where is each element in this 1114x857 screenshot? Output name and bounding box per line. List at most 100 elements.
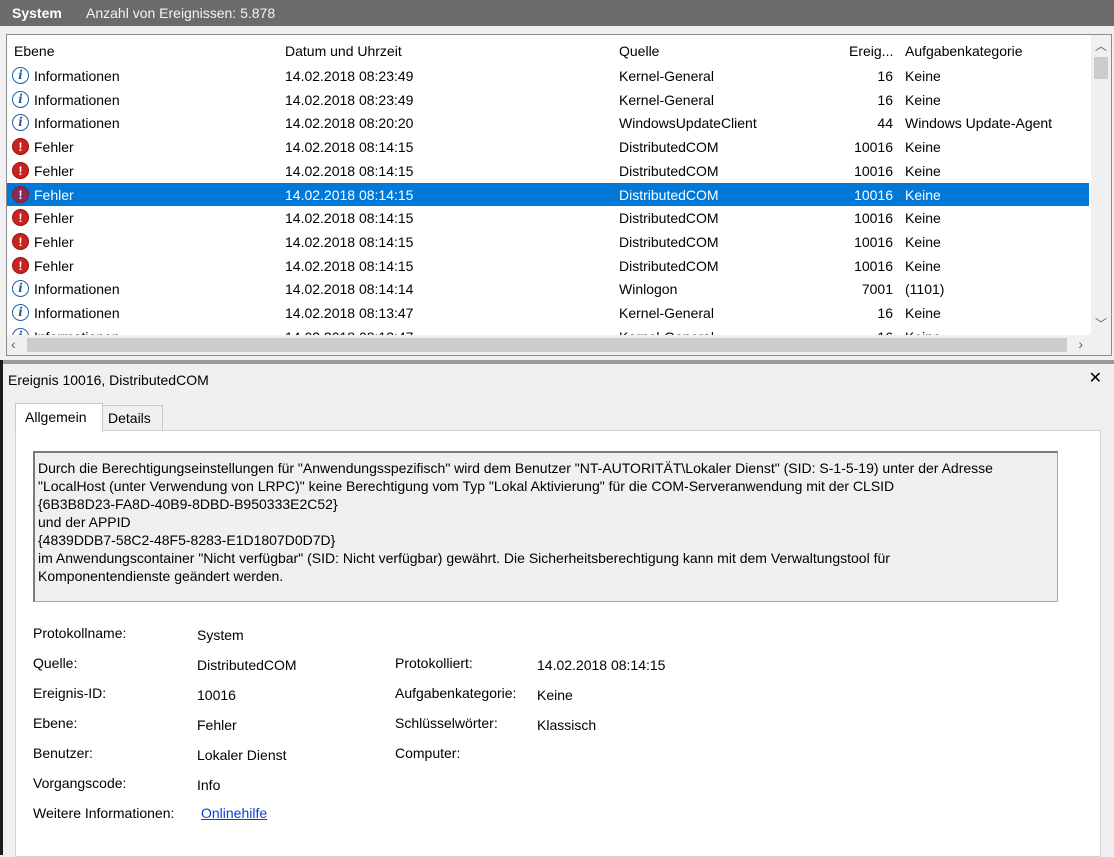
row-category: Keine xyxy=(905,139,941,156)
error-icon: ! xyxy=(12,232,29,250)
tab-general[interactable]: Allgemein xyxy=(15,403,103,432)
row-level: Informationen xyxy=(34,281,120,298)
row-level: Fehler xyxy=(34,257,74,274)
row-datetime: 14.02.2018 08:23:49 xyxy=(285,68,414,84)
row-category: Keine xyxy=(905,91,941,108)
field-label-source: Quelle: xyxy=(33,655,78,671)
log-name: System xyxy=(12,5,62,21)
row-level: Fehler xyxy=(34,210,74,227)
info-icon: i xyxy=(12,304,29,321)
row-level: Informationen xyxy=(34,305,120,321)
error-icon: ! xyxy=(12,209,29,227)
message-line: {6B3B8D23-FA8D-40B9-8DBD-B950333E2C52} xyxy=(38,496,338,512)
field-label-log-name: Protokollname: xyxy=(33,625,127,641)
message-line: Durch die Berechtigungseinstellungen für… xyxy=(38,460,993,476)
row-event-id: 10016 xyxy=(854,257,893,274)
event-list-header: Ebene Datum und Uhrzeit Quelle Ereig... … xyxy=(7,35,1089,65)
row-source: Kernel-General xyxy=(619,91,714,108)
event-row[interactable]: ! Fehler 14.02.2018 08:14:15 DistributedCOM… xyxy=(7,135,1089,158)
field-label-computer: Computer: xyxy=(395,745,461,761)
row-source: DistributedCOM xyxy=(619,257,719,274)
field-label-logged: Protokolliert: xyxy=(395,655,473,671)
tab-general-label: Allgemein xyxy=(25,409,87,425)
row-category: Keine xyxy=(905,162,941,179)
row-level: Informationen xyxy=(34,68,120,84)
field-value-keywords: Klassisch xyxy=(537,717,597,733)
event-list[interactable]: Ebene Datum und Uhrzeit Quelle Ereig... … xyxy=(6,34,1112,356)
field-value-event-id: 10016 xyxy=(197,687,236,703)
event-message-box[interactable]: Durch die Berechtigungseinstellungen für… xyxy=(33,451,1058,602)
scroll-right-arrow-icon[interactable]: › xyxy=(1078,336,1083,352)
row-event-id: 16 xyxy=(877,305,893,321)
row-datetime: 14.02.2018 08:14:15 xyxy=(285,210,414,227)
event-row[interactable]: i Informationen 14.02.2018 08:14:14 Winlogo… xyxy=(7,277,1089,300)
row-datetime: 14.02.2018 08:14:15 xyxy=(285,233,414,250)
message-line: im Anwendungscontainer "Nicht verfügbar"… xyxy=(38,550,890,566)
row-category: Windows Update-Agent xyxy=(905,115,1053,132)
row-event-id: 16 xyxy=(877,68,893,84)
tab-details[interactable]: Details xyxy=(101,405,163,430)
field-value-task-category: Keine xyxy=(537,687,573,703)
pane-splitter[interactable] xyxy=(0,360,1114,364)
row-category: Keine xyxy=(905,305,941,321)
detail-pane-title: Ereignis 10016, DistributedCOM xyxy=(8,372,209,388)
online-help-link[interactable]: Onlinehilfe xyxy=(201,805,267,821)
column-header-datetime[interactable]: Datum und Uhrzeit xyxy=(285,43,402,59)
scroll-left-arrow-icon[interactable]: ‹ xyxy=(11,336,16,352)
row-event-id: 7001 xyxy=(861,281,893,298)
event-row-selected[interactable]: ! Fehler 14.02.2018 08:14:15 DistributedCOM… xyxy=(7,182,1089,206)
column-header-level[interactable]: Ebene xyxy=(14,43,54,59)
row-source: Winlogon xyxy=(619,281,678,298)
vertical-scroll-thumb[interactable] xyxy=(1094,57,1108,79)
scroll-down-arrow-icon[interactable]: ﹀ xyxy=(1091,315,1111,332)
horizontal-scroll-thumb[interactable] xyxy=(27,338,1067,352)
row-datetime: 14.02.2018 08:14:15 xyxy=(285,139,414,156)
scroll-up-arrow-icon[interactable]: ︿ xyxy=(1091,37,1111,54)
message-line: "LocalHost (unter Verwendung von LRPC)" … xyxy=(38,478,895,494)
row-event-id: 10016 xyxy=(854,210,893,227)
row-event-id: 10016 xyxy=(854,186,893,203)
vertical-scrollbar[interactable]: ︿ ﹀ xyxy=(1091,35,1111,335)
field-label-opcode: Vorgangscode: xyxy=(33,775,127,791)
field-label-task-category: Aufgabenkategorie: xyxy=(395,685,517,701)
row-source: Kernel-General xyxy=(619,68,714,84)
row-datetime: 14.02.2018 08:23:49 xyxy=(285,91,414,108)
row-category: Keine xyxy=(905,68,941,84)
row-level: Fehler xyxy=(34,162,74,179)
field-value-computer xyxy=(535,741,661,769)
event-row[interactable]: ! Fehler 14.02.2018 08:14:15 DistributedCOM… xyxy=(7,254,1089,277)
column-header-event-id[interactable]: Ereig... xyxy=(849,43,893,59)
pane-left-edge xyxy=(0,360,3,855)
message-line: und der APPID xyxy=(38,514,131,530)
horizontal-scrollbar[interactable]: ‹ › xyxy=(7,335,1111,355)
error-icon: ! xyxy=(12,256,29,274)
error-icon: ! xyxy=(12,161,29,179)
row-source: DistributedCOM xyxy=(619,186,719,203)
close-icon[interactable]: ✕ xyxy=(1089,368,1102,388)
event-row[interactable]: i Informationen 14.02.2018 08:23:49 Kernel-… xyxy=(7,64,1089,87)
row-datetime: 14.02.2018 08:13:47 xyxy=(285,305,414,321)
event-row[interactable]: ! Fehler 14.02.2018 08:14:15 DistributedCOM… xyxy=(7,230,1089,253)
info-icon: i xyxy=(12,67,29,84)
event-row[interactable]: i Informationen 14.02.2018 08:20:20 Windows… xyxy=(7,111,1089,134)
row-category: Keine xyxy=(905,210,941,227)
row-event-id: 10016 xyxy=(854,233,893,250)
row-datetime: 14.02.2018 08:20:20 xyxy=(285,115,414,132)
field-value-user: Lokaler Dienst xyxy=(197,747,287,763)
event-row[interactable]: ! Fehler 14.02.2018 08:14:15 DistributedCOM… xyxy=(7,206,1089,229)
event-row[interactable]: i Informationen 14.02.2018 08:13:47 Kernel-… xyxy=(7,301,1089,324)
field-label-more-info: Weitere Informationen: xyxy=(33,805,175,821)
row-source: DistributedCOM xyxy=(619,162,719,179)
event-row[interactable]: ! Fehler 14.02.2018 08:14:15 DistributedCOM… xyxy=(7,159,1089,182)
row-category: Keine xyxy=(905,257,941,274)
event-row[interactable]: i Informationen 14.02.2018 08:23:49 Kernel-… xyxy=(7,88,1089,111)
row-datetime: 14.02.2018 08:14:15 xyxy=(285,162,414,179)
field-value-logged: 14.02.2018 08:14:15 xyxy=(537,657,666,673)
row-category: Keine xyxy=(905,233,941,250)
column-header-category[interactable]: Aufgabenkategorie xyxy=(905,43,1023,59)
row-source: Kernel-General xyxy=(619,305,714,321)
field-label-user: Benutzer: xyxy=(33,745,93,761)
column-header-source[interactable]: Quelle xyxy=(619,43,659,59)
info-icon: i xyxy=(12,114,29,132)
message-line: Komponentendienste geändert werden. xyxy=(38,568,284,584)
